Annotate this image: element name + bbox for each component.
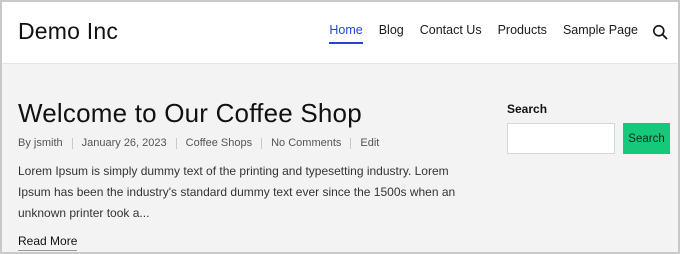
search-form: Search: [507, 123, 672, 154]
search-widget-title: Search: [507, 102, 548, 116]
nav-item-blog[interactable]: Blog: [379, 23, 404, 44]
search-icon-graphic: [653, 25, 668, 40]
meta-divider: [175, 137, 177, 149]
search-input[interactable]: [507, 123, 615, 154]
meta-divider: [350, 137, 352, 149]
primary-nav: Home Blog Contact Us Products Sample Pag…: [329, 23, 638, 44]
post-author[interactable]: By jsmith: [18, 137, 63, 149]
search-button[interactable]: Search: [623, 123, 670, 154]
post-excerpt: Lorem Ipsum is simply dummy text of the …: [18, 164, 456, 220]
post-meta: By jsmith January 26, 2023 Coffee Shops …: [18, 137, 478, 149]
post-category[interactable]: Coffee Shops: [186, 137, 252, 149]
nav-item-home[interactable]: Home: [329, 23, 363, 44]
main-content: Welcome to Our Coffee Shop By jsmith Jan…: [18, 98, 478, 251]
nav-item-contact-us[interactable]: Contact Us: [420, 23, 482, 44]
post-date[interactable]: January 26, 2023: [82, 137, 167, 149]
browser-viewport: Demo Inc Home Blog Contact Us Products S…: [0, 0, 680, 254]
post-edit-link[interactable]: Edit: [360, 137, 379, 149]
read-more-link[interactable]: Read More: [18, 234, 78, 251]
post-title[interactable]: Welcome to Our Coffee Shop: [18, 98, 478, 129]
meta-divider: [71, 137, 73, 149]
nav-item-sample-page[interactable]: Sample Page: [563, 23, 638, 44]
site-title[interactable]: Demo Inc: [18, 18, 118, 45]
meta-divider: [261, 137, 263, 149]
sidebar: Search Search: [507, 102, 672, 154]
site-header: Demo Inc Home Blog Contact Us Products S…: [2, 2, 678, 64]
nav-item-products[interactable]: Products: [498, 23, 547, 44]
search-icon[interactable]: [652, 24, 668, 40]
post-comments[interactable]: No Comments: [271, 137, 341, 149]
